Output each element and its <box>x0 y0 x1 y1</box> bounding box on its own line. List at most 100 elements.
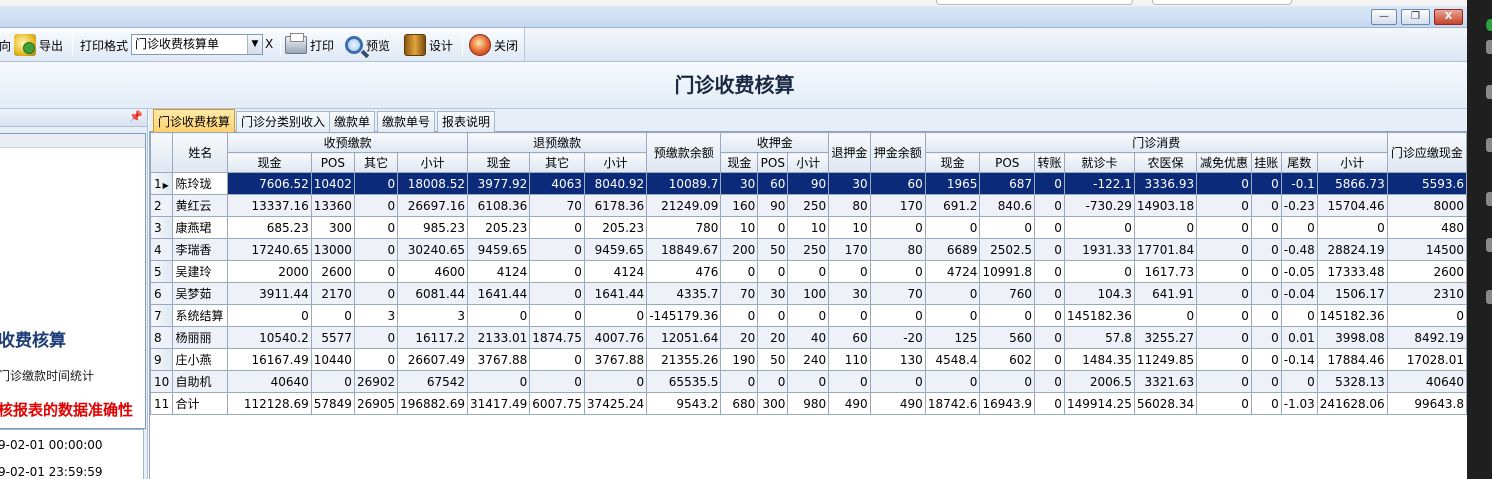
value-cell[interactable]: 30 <box>720 172 759 195</box>
value-cell[interactable]: 17701.84 <box>1133 238 1198 261</box>
value-cell[interactable]: 250 <box>787 238 830 261</box>
header-outpatient[interactable]: 门诊消费 <box>924 132 1388 153</box>
name-cell[interactable]: 吴梦茹 <box>172 282 229 305</box>
value-cell[interactable]: 8000 <box>1386 194 1467 217</box>
value-cell[interactable]: 250 <box>787 194 830 217</box>
header-prepay-balance[interactable]: 预缴款余额 <box>646 132 722 173</box>
value-cell[interactable]: 0 <box>353 326 399 349</box>
value-cell[interactable]: 3977.92 <box>467 172 531 195</box>
header-deposit-balance[interactable]: 押金余额 <box>869 132 926 173</box>
value-cell[interactable]: -122.1 <box>1063 172 1135 195</box>
value-cell[interactable]: 5593.6 <box>1386 172 1467 195</box>
value-cell[interactable]: 30 <box>828 282 871 305</box>
value-cell[interactable]: 15704.46 <box>1316 194 1388 217</box>
value-cell[interactable]: 0 <box>529 238 585 261</box>
value-cell[interactable]: 200 <box>720 238 759 261</box>
value-cell[interactable]: 99643.8 <box>1386 392 1467 415</box>
subheader-outpatient-insurance[interactable]: 农医保 <box>1133 152 1198 173</box>
value-cell[interactable]: 18849.67 <box>646 238 722 261</box>
value-cell[interactable]: 4063 <box>529 172 585 195</box>
value-cell[interactable]: 780 <box>646 216 722 239</box>
subheader-outpatient-cash[interactable]: 现金 <box>924 152 981 173</box>
value-cell[interactable]: 0 <box>979 370 1036 393</box>
value-cell[interactable]: 0 <box>757 370 789 393</box>
value-cell[interactable]: 0 <box>1196 194 1252 217</box>
row-number-cell[interactable]: 3 <box>150 216 174 239</box>
value-cell[interactable]: 130 <box>869 348 926 371</box>
value-cell[interactable]: 0 <box>1316 216 1388 239</box>
value-cell[interactable]: 0 <box>1196 260 1252 283</box>
value-cell[interactable]: 0 <box>1250 260 1282 283</box>
value-cell[interactable]: 5577 <box>310 326 355 349</box>
value-cell[interactable]: 70 <box>529 194 585 217</box>
value-cell[interactable]: 300 <box>757 392 789 415</box>
value-cell[interactable]: 40640 <box>1386 370 1467 393</box>
row-number-cell[interactable]: 4 <box>150 238 174 261</box>
value-cell[interactable]: 17884.46 <box>1316 348 1388 371</box>
value-cell[interactable]: 0 <box>1196 326 1252 349</box>
value-cell[interactable]: 10 <box>787 216 830 239</box>
value-cell[interactable]: 90 <box>787 172 830 195</box>
value-cell[interactable]: 0.01 <box>1280 326 1318 349</box>
value-cell[interactable]: 60 <box>869 172 926 195</box>
value-cell[interactable]: 9459.65 <box>467 238 531 261</box>
subheader-outpatient-pos[interactable]: POS <box>979 152 1036 173</box>
value-cell[interactable]: 0 <box>1250 326 1282 349</box>
value-cell[interactable]: 4007.76 <box>583 326 648 349</box>
value-cell[interactable]: -0.14 <box>1280 348 1318 371</box>
value-cell[interactable]: 0 <box>1250 194 1282 217</box>
value-cell[interactable]: 3911.44 <box>227 282 312 305</box>
value-cell[interactable]: 0 <box>529 216 585 239</box>
value-cell[interactable]: 0 <box>757 304 789 327</box>
value-cell[interactable]: -730.29 <box>1063 194 1135 217</box>
subheader-prepay-cash[interactable]: 现金 <box>227 152 312 173</box>
value-cell[interactable]: 0 <box>1034 392 1065 415</box>
value-cell[interactable]: 685.23 <box>227 216 312 239</box>
value-cell[interactable]: 0 <box>1196 392 1252 415</box>
value-cell[interactable]: 17240.65 <box>227 238 312 261</box>
row-number-cell[interactable]: 9 <box>150 348 174 371</box>
date-end[interactable]: 9-02-01 23:59:59 <box>0 465 103 479</box>
value-cell[interactable]: 5866.73 <box>1316 172 1388 195</box>
table-row[interactable]: 3 康燕珺 685.23 300 0 985.23 205.23 0 205.23 780 10 0 1… <box>150 216 1467 239</box>
value-cell[interactable]: 8040.92 <box>583 172 648 195</box>
minimize-button[interactable]: — <box>1371 9 1397 25</box>
value-cell[interactable]: 57.8 <box>1063 326 1135 349</box>
value-cell[interactable]: 0 <box>1063 216 1135 239</box>
side-tab-icon[interactable] <box>1486 290 1492 304</box>
table-row[interactable]: 11 合计 112128.69 57849 26905 196882.69 31417.49… <box>150 392 1467 415</box>
value-cell[interactable]: 0 <box>787 304 830 327</box>
value-cell[interactable]: 10402 <box>310 172 355 195</box>
value-cell[interactable]: -0.48 <box>1280 238 1318 261</box>
value-cell[interactable]: 0 <box>529 370 585 393</box>
value-cell[interactable]: 0 <box>1034 326 1065 349</box>
header-refund[interactable]: 退预缴款 <box>467 132 648 153</box>
value-cell[interactable]: 7606.52 <box>227 172 312 195</box>
value-cell[interactable]: 0 <box>787 370 830 393</box>
value-cell[interactable]: 691.2 <box>924 194 981 217</box>
value-cell[interactable]: -0.23 <box>1280 194 1318 217</box>
table-row[interactable]: 6 吴梦茹 3911.44 2170 0 6081.44 1641.44 0 1641.44 43… <box>150 282 1467 305</box>
value-cell[interactable]: 0 <box>720 260 759 283</box>
value-cell[interactable]: 16167.49 <box>227 348 312 371</box>
header-cash-due[interactable]: 门诊应缴现金 <box>1386 132 1467 173</box>
value-cell[interactable]: -0.05 <box>1280 260 1318 283</box>
value-cell[interactable]: 14903.18 <box>1133 194 1198 217</box>
value-cell[interactable]: 1641.44 <box>583 282 648 305</box>
name-cell[interactable]: 杨丽丽 <box>172 326 229 349</box>
value-cell[interactable]: 2170 <box>310 282 355 305</box>
value-cell[interactable]: 67542 <box>397 370 469 393</box>
value-cell[interactable]: 1506.17 <box>1316 282 1388 305</box>
value-cell[interactable]: 985.23 <box>397 216 469 239</box>
value-cell[interactable]: 2000 <box>227 260 312 283</box>
value-cell[interactable]: 300 <box>310 216 355 239</box>
value-cell[interactable]: 13360 <box>310 194 355 217</box>
value-cell[interactable]: 0 <box>828 304 871 327</box>
subheader-refund-cash[interactable]: 现金 <box>467 152 531 173</box>
value-cell[interactable]: 560 <box>979 326 1036 349</box>
value-cell[interactable]: 4124 <box>583 260 648 283</box>
tab-payment-slip-number[interactable]: 缴款单号 <box>377 111 436 132</box>
value-cell[interactable]: 0 <box>1250 304 1282 327</box>
value-cell[interactable]: 2600 <box>310 260 355 283</box>
value-cell[interactable]: 0 <box>583 370 648 393</box>
